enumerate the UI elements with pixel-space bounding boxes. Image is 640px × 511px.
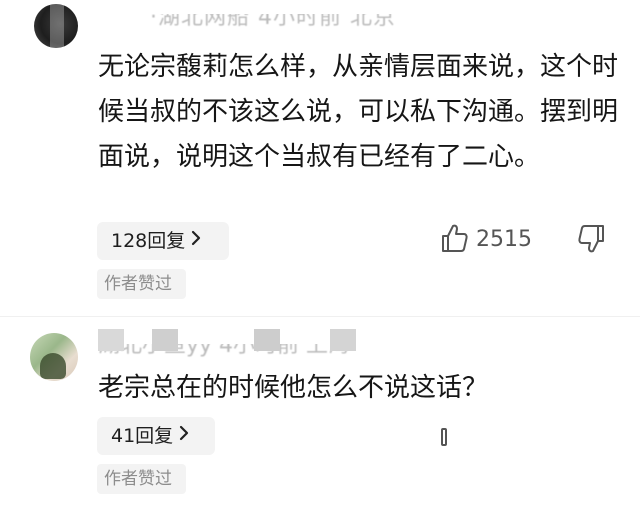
chevron-right-icon [178, 417, 190, 455]
mosaic-block [98, 329, 124, 351]
avatar[interactable] [30, 333, 78, 381]
mosaic-block [152, 329, 178, 351]
author-liked-badge: 作者赞过 [97, 464, 186, 494]
avatar[interactable] [34, 4, 78, 48]
author-liked-badge: 作者赞过 [97, 269, 186, 299]
comment-meta: ·湖北网船 4小时前 北京 [150, 6, 396, 30]
replies-label: 41回复 [111, 425, 174, 447]
comment-meta: 湖北小鱼yy 4小时前 上海 [98, 334, 351, 358]
like-count: 2515 [476, 227, 532, 252]
thumbs-up-icon [440, 223, 468, 257]
like-icon[interactable] [441, 428, 447, 446]
chevron-right-icon [190, 222, 202, 260]
like-button[interactable]: 2515 [440, 224, 532, 256]
mosaic-block [330, 329, 356, 351]
thumbs-down-icon [578, 225, 606, 258]
replies-label: 128回复 [111, 230, 186, 252]
comment-text: 老宗总在的时候他怎么不说这话？ [98, 373, 489, 403]
replies-button[interactable]: 128回复 [97, 222, 229, 260]
comment-text: 无论宗馥莉怎么样，从亲情层面来说，这个时候当叔的不该这么说，可以私下沟通。摆到明… [98, 52, 619, 172]
mosaic-block [254, 329, 280, 351]
replies-button[interactable]: 41回复 [97, 417, 215, 455]
dislike-button[interactable] [578, 224, 608, 256]
divider [0, 316, 640, 317]
